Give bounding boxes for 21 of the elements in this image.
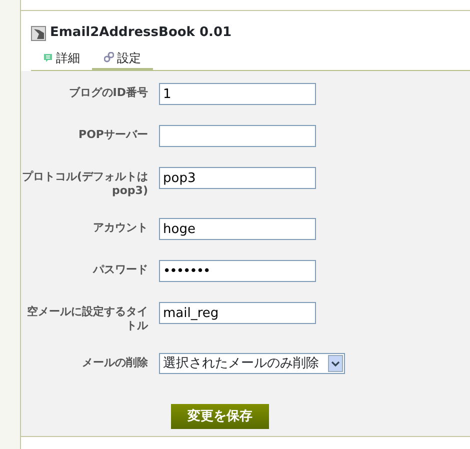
field-label: アカウント [92, 220, 149, 235]
field-label: パスワード [92, 262, 149, 277]
field-label: 空メールに設定するタイトル [26, 304, 149, 333]
dropdown[interactable]: 選択されたメールのみ削除 [159, 353, 345, 374]
input-field[interactable]: mail_reg [159, 302, 316, 324]
password-field[interactable]: ••••••• [159, 260, 316, 282]
field-label: ブログのID番号 [68, 85, 149, 100]
input-field[interactable]: hoge [159, 218, 316, 240]
save-button[interactable]: 変更を保存 [171, 404, 269, 429]
field-label: メールの削除 [81, 355, 149, 370]
field-label: プロトコル(デフォルトはpop3) [21, 169, 149, 198]
plugin-icon [31, 26, 46, 40]
input-field[interactable]: 1 [159, 83, 316, 105]
input-field[interactable]: pop3 [159, 167, 316, 189]
caret-icon [328, 355, 343, 372]
comment-icon [43, 52, 53, 62]
plugin-title: Email2AddressBook 0.01 [50, 24, 232, 42]
tab[interactable]: 詳細 [31, 47, 92, 71]
gear-icon [104, 52, 114, 63]
field-label: POPサーバー [78, 127, 149, 142]
input-field[interactable] [159, 125, 316, 147]
